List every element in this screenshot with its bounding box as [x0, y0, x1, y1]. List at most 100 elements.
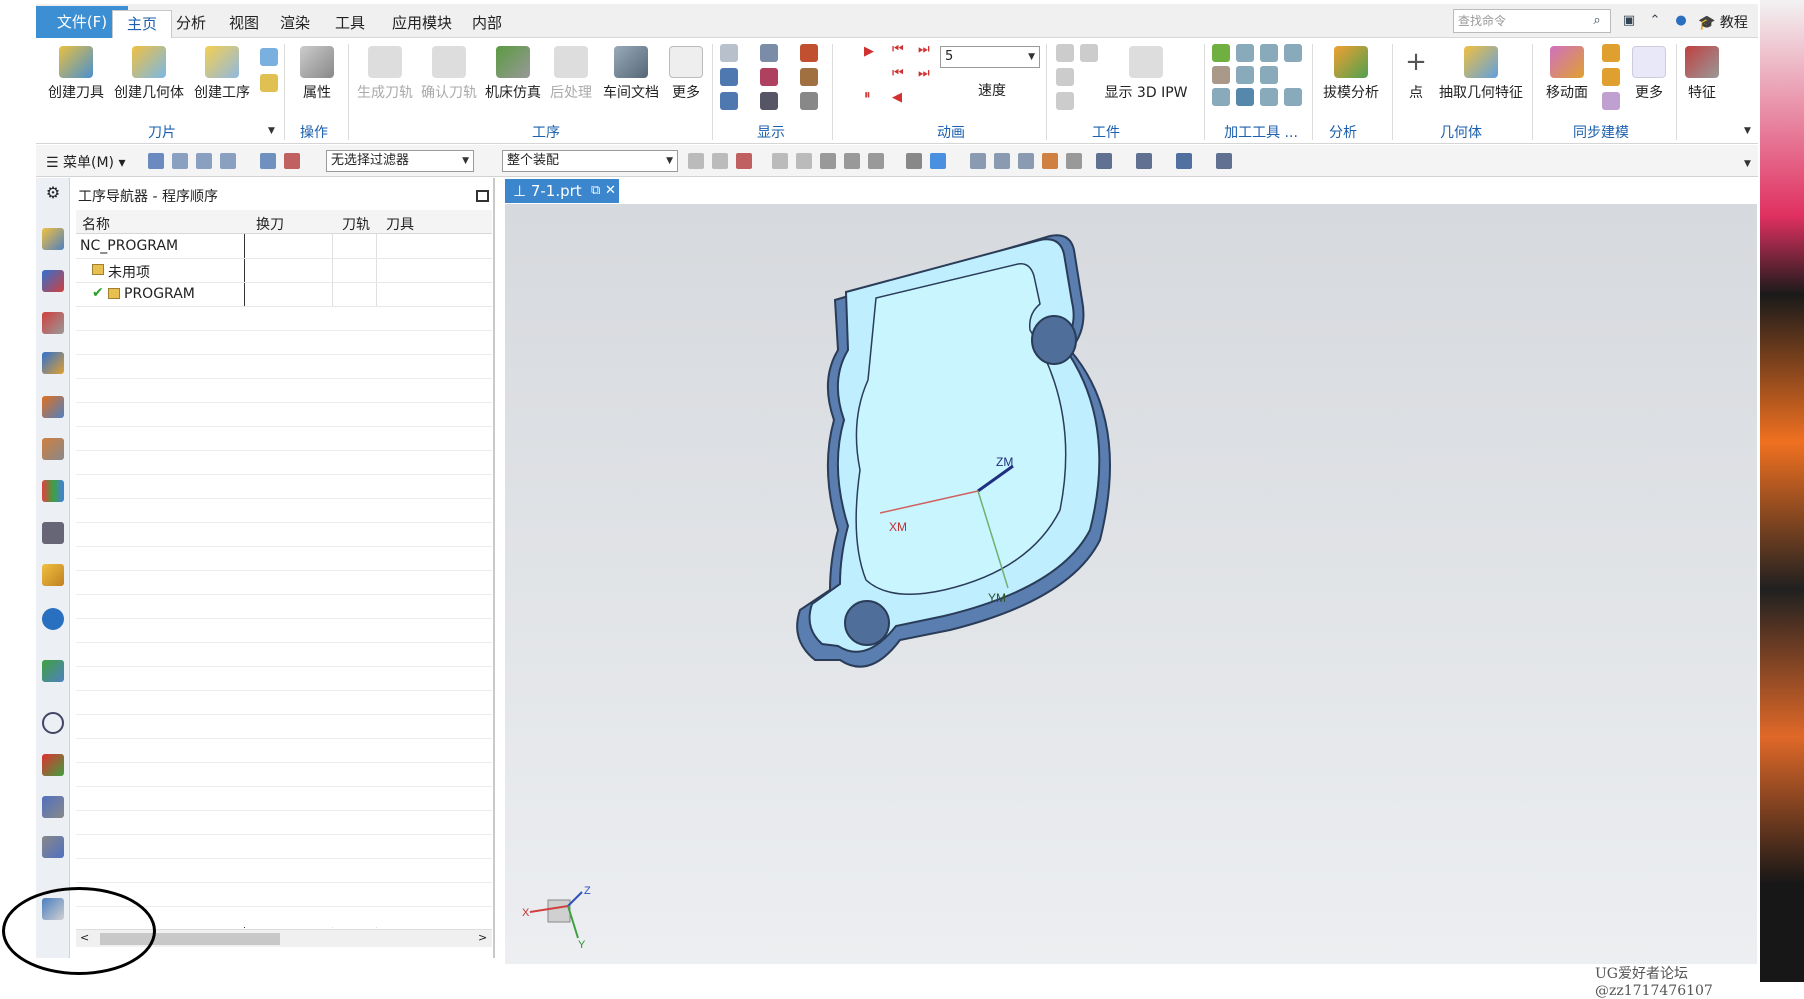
machining-tool-icon[interactable]	[1260, 88, 1278, 106]
table-row[interactable]: 未用项	[76, 259, 492, 283]
reuse-library-icon[interactable]	[42, 480, 64, 502]
draft-analysis-button[interactable]: 拔模分析	[1318, 46, 1384, 106]
create-tool-button[interactable]: 创建刀具	[44, 46, 108, 106]
point-button[interactable]: + 点	[1398, 46, 1434, 106]
operation-nav-icon[interactable]	[42, 352, 64, 374]
menu-button[interactable]: ☰ 菜单(M) ▾	[46, 152, 126, 172]
toolbar-icon[interactable]	[796, 153, 812, 169]
web-browser-icon[interactable]	[42, 660, 64, 682]
close-icon[interactable]: ✕	[605, 179, 616, 203]
process-studio-icon[interactable]	[42, 754, 64, 776]
small-tool-icon[interactable]	[260, 74, 278, 92]
pin-icon[interactable]: ⧉	[591, 179, 600, 203]
forward-icon[interactable]: ⏭	[918, 66, 930, 81]
tutorial-link[interactable]: 🎓 教程	[1698, 12, 1748, 32]
ribbon-options-icon[interactable]: ▼	[1744, 126, 1751, 136]
tab-tools[interactable]: 工具	[321, 10, 379, 38]
display-icon[interactable]	[800, 44, 818, 62]
toolbar-icon[interactable]	[1066, 153, 1082, 169]
machine-tool-nav-icon[interactable]	[42, 228, 64, 250]
assembly-nav-icon[interactable]	[42, 438, 64, 460]
machine-sim-button[interactable]: 机床仿真	[482, 46, 544, 106]
toolbar-options-icon[interactable]: ▼	[1744, 159, 1751, 169]
machining-tool-icon[interactable]	[1260, 66, 1278, 84]
step-forward-icon[interactable]: ⏭	[918, 42, 930, 57]
machining-tool-icon[interactable]	[1236, 44, 1254, 62]
step-back-icon[interactable]: ⏮	[892, 42, 904, 57]
machining-tool-icon[interactable]	[1212, 66, 1230, 84]
shop-doc-button[interactable]: 车间文档	[598, 46, 664, 106]
toolbar-icon[interactable]	[736, 153, 752, 169]
toolbar-icon[interactable]	[1176, 153, 1192, 169]
machining-tool-icon[interactable]	[1212, 44, 1230, 62]
column-tool-change[interactable]: 换刀	[256, 214, 284, 234]
select-icon[interactable]	[172, 153, 188, 169]
toolbar-icon[interactable]	[906, 153, 922, 169]
postprocess-button[interactable]: 后处理	[546, 46, 596, 106]
toolbar-icon[interactable]	[994, 153, 1010, 169]
extract-geometry-button[interactable]: 抽取几何特征	[1436, 46, 1526, 106]
collapse-ribbon-icon[interactable]: ⌃	[1646, 12, 1664, 30]
workpiece-icon[interactable]	[1056, 44, 1074, 62]
machining-tool-icon[interactable]	[1284, 88, 1302, 106]
verify-path-button[interactable]: 确认刀轨	[418, 46, 480, 106]
display-icon[interactable]	[720, 68, 738, 86]
sync-icon[interactable]	[1602, 92, 1620, 110]
selection-filter-select[interactable]: 无选择过滤器 ▼	[326, 150, 474, 172]
part-model[interactable]: ZM XM YM X Z Y	[505, 204, 1757, 964]
column-tool[interactable]: 刀具	[386, 214, 414, 234]
sync-icon[interactable]	[1602, 44, 1620, 62]
display-icon[interactable]	[800, 92, 818, 110]
visualization-icon[interactable]	[42, 522, 64, 544]
create-operation-button[interactable]: 创建工序	[190, 46, 254, 106]
graphics-window[interactable]: ZM XM YM X Z Y	[505, 204, 1757, 964]
display-icon[interactable]	[760, 68, 778, 86]
play-icon[interactable]: ▶	[864, 44, 874, 59]
toolbar-icon[interactable]	[930, 153, 946, 169]
program-order-nav-icon[interactable]	[42, 270, 64, 292]
tab-internal[interactable]: 内部	[458, 10, 516, 38]
toolbar-icon[interactable]	[1096, 153, 1112, 169]
display-icon[interactable]	[720, 44, 738, 62]
more-sync-button[interactable]: 更多	[1628, 46, 1670, 106]
tab-render[interactable]: 渲染	[266, 10, 324, 38]
more-operation-button[interactable]: 更多	[666, 46, 706, 106]
rewind-icon[interactable]: ⏮	[892, 66, 904, 81]
window-icon[interactable]: ▣	[1620, 12, 1638, 30]
toolbar-icon[interactable]	[1042, 153, 1058, 169]
tab-analysis[interactable]: 分析	[162, 10, 220, 38]
toolbar-icon[interactable]	[844, 153, 860, 169]
speed-select[interactable]: 5 ▼	[940, 46, 1040, 68]
create-geometry-button[interactable]: 创建几何体	[110, 46, 188, 106]
assembly-scope-select[interactable]: 整个装配 ▼	[502, 150, 678, 172]
workpiece-icon[interactable]	[1080, 44, 1098, 62]
move-face-button[interactable]: 移动面	[1538, 46, 1596, 106]
column-path[interactable]: 刀轨	[342, 214, 370, 234]
tab-application[interactable]: 应用模块	[378, 10, 466, 38]
info-icon[interactable]	[42, 608, 64, 630]
display-icon[interactable]	[760, 44, 778, 62]
toolbar-icon[interactable]	[688, 153, 704, 169]
maximize-icon[interactable]	[476, 190, 489, 202]
snap-icon[interactable]	[284, 153, 300, 169]
generate-path-button[interactable]: 生成刀轨	[354, 46, 416, 106]
stop-icon[interactable]: ◀	[892, 90, 902, 105]
feature-button[interactable]: 特征	[1682, 46, 1722, 106]
document-tab[interactable]: ⊥ 7-1.prt ⧉ ✕	[505, 179, 619, 203]
part-nav-icon[interactable]	[42, 396, 64, 418]
machining-tool-icon[interactable]	[1260, 44, 1278, 62]
toolbar-icon[interactable]	[712, 153, 728, 169]
machining-tool-icon[interactable]	[1212, 88, 1230, 106]
search-icon[interactable]: ⌕	[1588, 12, 1606, 30]
toolbar-icon[interactable]	[772, 153, 788, 169]
toolbar-icon[interactable]	[820, 153, 836, 169]
group-dropdown-icon[interactable]: ▼	[268, 126, 275, 136]
tab-view[interactable]: 视图	[215, 10, 273, 38]
scroll-right-icon[interactable]: >	[478, 931, 487, 944]
roles-icon[interactable]	[42, 796, 64, 818]
table-row[interactable]: NC_PROGRAM	[76, 235, 492, 259]
toolbar-icon[interactable]	[1216, 153, 1232, 169]
machining-tool-icon[interactable]	[1284, 44, 1302, 62]
machining-tool-icon[interactable]	[1236, 88, 1254, 106]
help-icon[interactable]: ●	[1672, 12, 1690, 30]
